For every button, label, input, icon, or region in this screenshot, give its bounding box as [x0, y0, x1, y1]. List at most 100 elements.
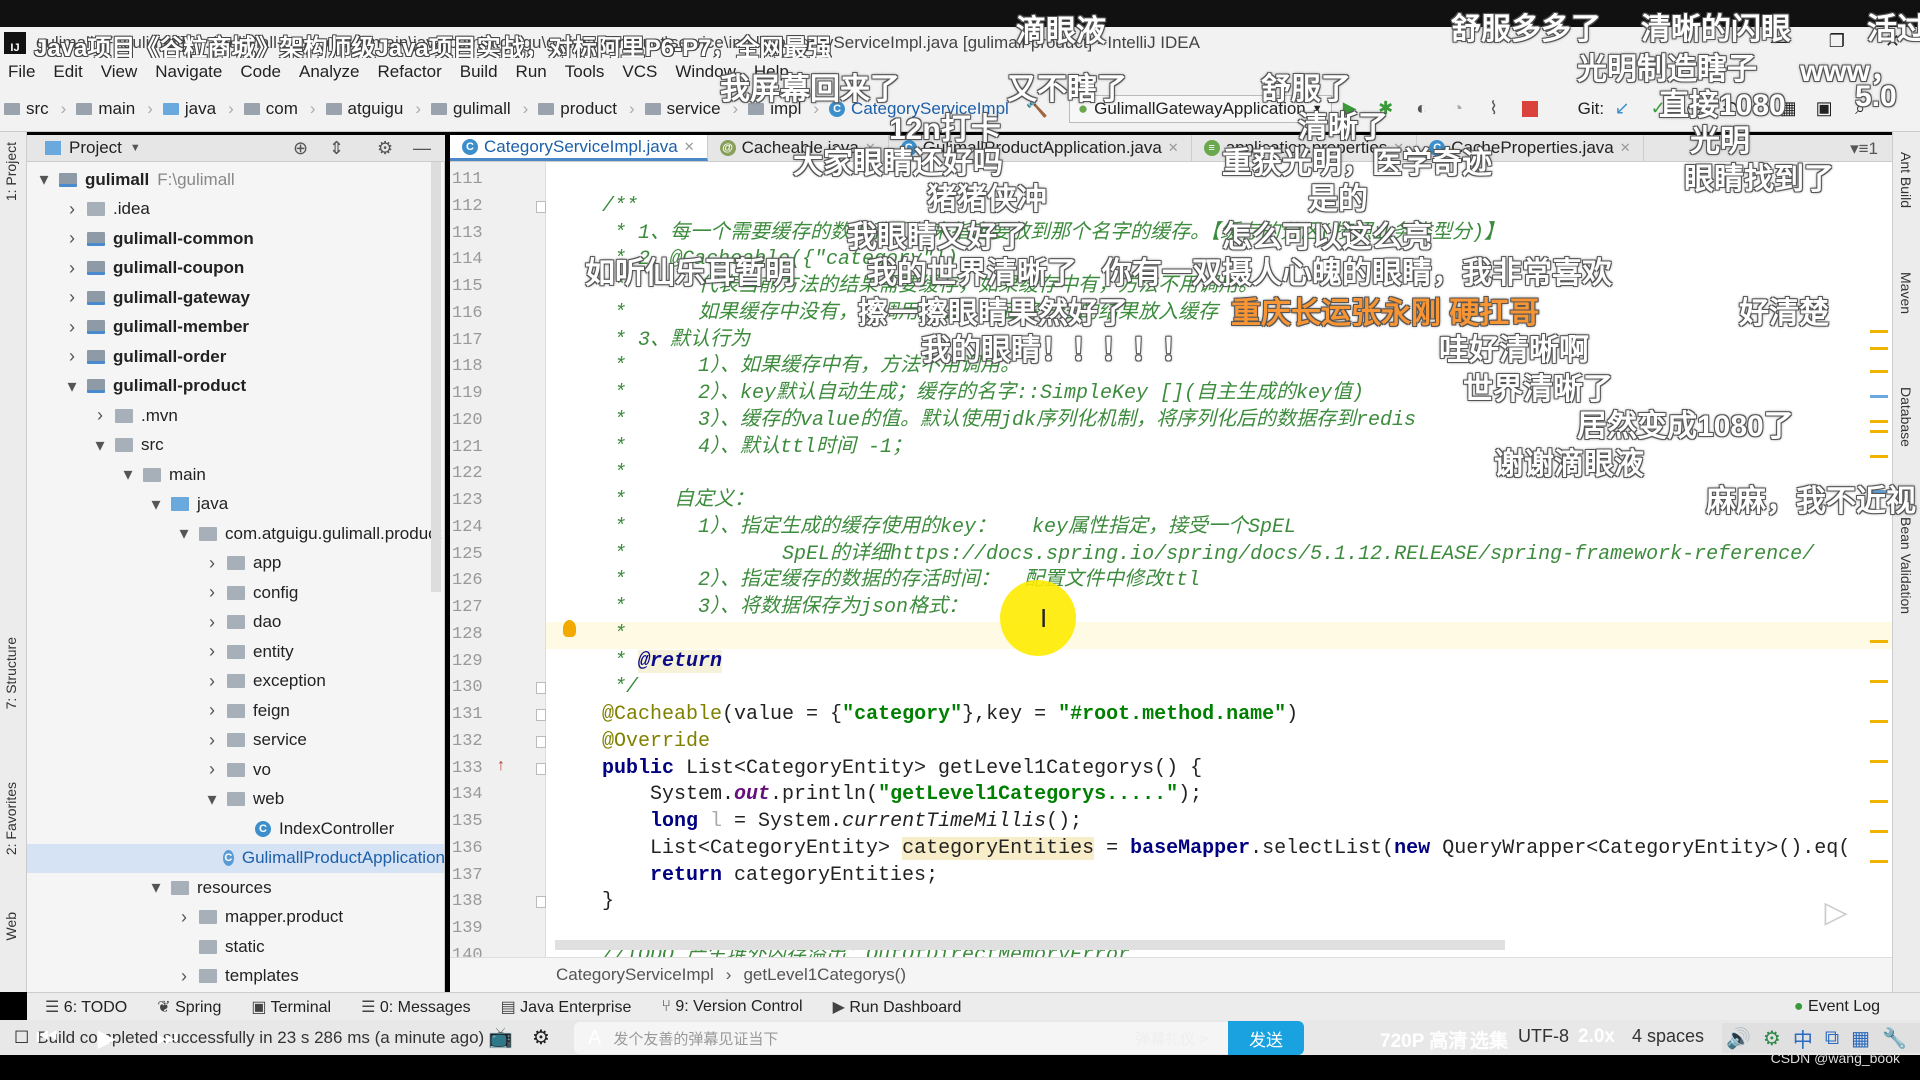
tool-button-0-messages[interactable]: ☰ 0: Messages — [361, 997, 471, 1017]
chevron-down-icon[interactable]: ▾ — [205, 789, 219, 810]
nav-crumb[interactable]: gulimall › — [430, 99, 528, 119]
chevron-down-icon[interactable]: ▾ — [149, 494, 163, 515]
sdk-icon[interactable]: ▣ — [1814, 98, 1834, 119]
tool-button-spring[interactable]: ❦ Spring — [157, 997, 221, 1017]
chevron-right-icon[interactable]: › — [65, 228, 79, 249]
tree-item[interactable]: › dao — [27, 608, 444, 637]
tab-gulimallproductapplication-java[interactable]: C GulimallProductApplication.java ✕ — [889, 135, 1192, 161]
chevron-down-icon[interactable]: ▾ — [177, 523, 191, 544]
nav-crumb[interactable]: java › — [162, 99, 234, 119]
close-tab-icon[interactable]: ✕ — [684, 139, 695, 155]
event-log-button[interactable]: ● Event Log — [1794, 998, 1880, 1016]
chevron-down-icon[interactable]: ▾ — [93, 435, 107, 456]
rollback-icon[interactable]: ↶ — [1720, 98, 1740, 119]
close-icon[interactable]: ✕ — [1885, 31, 1900, 52]
restore-icon[interactable]: ❐ — [1829, 31, 1845, 52]
menu-refactor[interactable]: Refactor — [377, 62, 441, 82]
tab-cacheable-java[interactable]: @ Cacheable.java ✕ — [708, 135, 889, 161]
chevron-right-icon[interactable]: › — [65, 346, 79, 367]
previous-icon[interactable]: ⏮ — [36, 1024, 58, 1053]
chevron-right-icon[interactable]: › — [65, 287, 79, 308]
horizontal-scrollbar[interactable] — [555, 940, 1505, 950]
fold-icon[interactable] — [536, 762, 546, 775]
tree-item[interactable]: › gulimall-coupon — [27, 254, 444, 283]
font-style-icon[interactable]: A — [588, 1027, 601, 1050]
tree-item[interactable]: ▾ src — [27, 431, 444, 460]
tab-cacheproperties-java[interactable]: C CacheProperties.java ✕ — [1417, 135, 1644, 161]
tree-item[interactable]: › service — [27, 726, 444, 755]
tree-item[interactable]: › feign — [27, 696, 444, 725]
chevron-right-icon[interactable]: › — [65, 258, 79, 279]
tree-item[interactable]: ▾ gulimall-product — [27, 372, 444, 401]
tool-button-java-enterprise[interactable]: ▤ Java Enterprise — [501, 997, 632, 1017]
tool-window-ant-build[interactable]: Ant Build — [1898, 152, 1914, 208]
nav-crumb[interactable]: atguigu › — [325, 99, 421, 119]
chevron-right-icon[interactable]: › — [205, 730, 219, 751]
override-marker-icon[interactable]: ↑ — [497, 757, 505, 775]
tree-item[interactable]: static — [27, 932, 444, 961]
git-update-icon[interactable]: ↙ — [1612, 98, 1632, 119]
next-icon[interactable]: ⏭ — [156, 1024, 178, 1053]
close-tab-icon[interactable]: ✕ — [865, 140, 876, 156]
nav-crumb[interactable]: service › — [644, 99, 738, 119]
tool-window-project[interactable]: 1: Project — [3, 142, 19, 201]
indent-indicator[interactable]: 4 spaces — [1632, 1026, 1704, 1047]
nav-crumb[interactable]: impl › — [748, 99, 819, 119]
settings-icon[interactable]: ⚙ — [1763, 1026, 1781, 1051]
hide-icon[interactable]: — — [413, 138, 431, 159]
chevron-right-icon[interactable]: › — [205, 553, 219, 574]
tree-item[interactable]: C GulimallProductApplication — [27, 843, 444, 873]
layout-icon[interactable]: ☐ — [14, 1028, 29, 1048]
tree-item[interactable]: › templates — [27, 962, 444, 991]
menu-code[interactable]: Code — [240, 62, 281, 82]
danmaku-toggle-icon[interactable]: 📺 — [488, 1025, 513, 1050]
tab-list-icon[interactable]: ▾≡1 — [1850, 139, 1878, 159]
gear-icon[interactable]: ⚙ — [377, 138, 393, 159]
video-play-button[interactable]: ▷ — [1805, 885, 1867, 940]
fold-icon[interactable] — [536, 735, 546, 748]
menu-analyze[interactable]: Analyze — [299, 62, 359, 82]
menu-help[interactable]: Help — [754, 62, 789, 82]
close-tab-icon[interactable]: ✕ — [1393, 140, 1404, 156]
chevron-right-icon[interactable]: › — [205, 759, 219, 780]
close-tab-icon[interactable]: ✕ — [1620, 140, 1631, 156]
tree-item[interactable]: › config — [27, 578, 444, 607]
debug-icon[interactable]: ✱ — [1376, 98, 1396, 119]
attach-icon[interactable]: ⌇ — [1484, 98, 1504, 119]
tool-button-6-todo[interactable]: ☰ 6: TODO — [45, 997, 127, 1017]
profile-icon[interactable]: ◔ — [1448, 98, 1468, 119]
tool-button-terminal[interactable]: ▣ Terminal — [251, 997, 331, 1017]
nav-crumb[interactable]: C CategoryServiceImpl — [829, 99, 1009, 119]
episodes-button[interactable]: 选集 — [1470, 1026, 1508, 1053]
keyboard-icon[interactable]: ▦ — [1851, 1026, 1870, 1051]
menu-vcs[interactable]: VCS — [622, 62, 657, 82]
quality-select[interactable]: 720P 高清 — [1380, 1026, 1467, 1053]
tree-item[interactable]: ▾ gulimall F:\gulimall — [27, 165, 444, 194]
menu-window[interactable]: Window — [675, 62, 735, 82]
chevron-down-icon[interactable]: ▾ — [121, 464, 135, 485]
wrench-icon[interactable]: 🔧 — [1882, 1026, 1907, 1051]
menu-navigate[interactable]: Navigate — [155, 62, 222, 82]
send-button[interactable]: 发送 — [1228, 1021, 1304, 1055]
tree-item[interactable]: ▾ resources — [27, 873, 444, 902]
tree-item[interactable]: ▾ web — [27, 785, 444, 814]
history-icon[interactable]: ◷ — [1684, 98, 1704, 119]
run-configuration-select[interactable]: ● GulimallGatewayApplication ▼ — [1068, 94, 1332, 123]
danmaku-settings-icon[interactable]: ⚙ — [532, 1025, 550, 1050]
tool-window-favorites[interactable]: 2: Favorites — [3, 782, 19, 855]
chevron-right-icon[interactable]: › — [93, 405, 107, 426]
chevron-right-icon[interactable]: › — [205, 612, 219, 633]
menu-edit[interactable]: Edit — [53, 62, 82, 82]
nav-crumb[interactable]: product › — [538, 99, 635, 119]
tree-item[interactable]: › app — [27, 549, 444, 578]
fullscreen-window-icon[interactable]: ⧉ — [1825, 1027, 1839, 1050]
menu-view[interactable]: View — [101, 62, 138, 82]
tree-item[interactable]: › gulimall-member — [27, 313, 444, 342]
minimize-icon[interactable]: — — [1771, 31, 1789, 52]
nav-crumb[interactable]: src › — [4, 99, 66, 119]
fold-icon[interactable] — [536, 200, 546, 213]
chevron-right-icon[interactable]: › — [65, 199, 79, 220]
speed-select[interactable]: 2.0x — [1578, 1026, 1615, 1048]
tool-window-maven[interactable]: Maven — [1898, 272, 1914, 314]
tool-window-structure[interactable]: 7: Structure — [3, 637, 19, 709]
